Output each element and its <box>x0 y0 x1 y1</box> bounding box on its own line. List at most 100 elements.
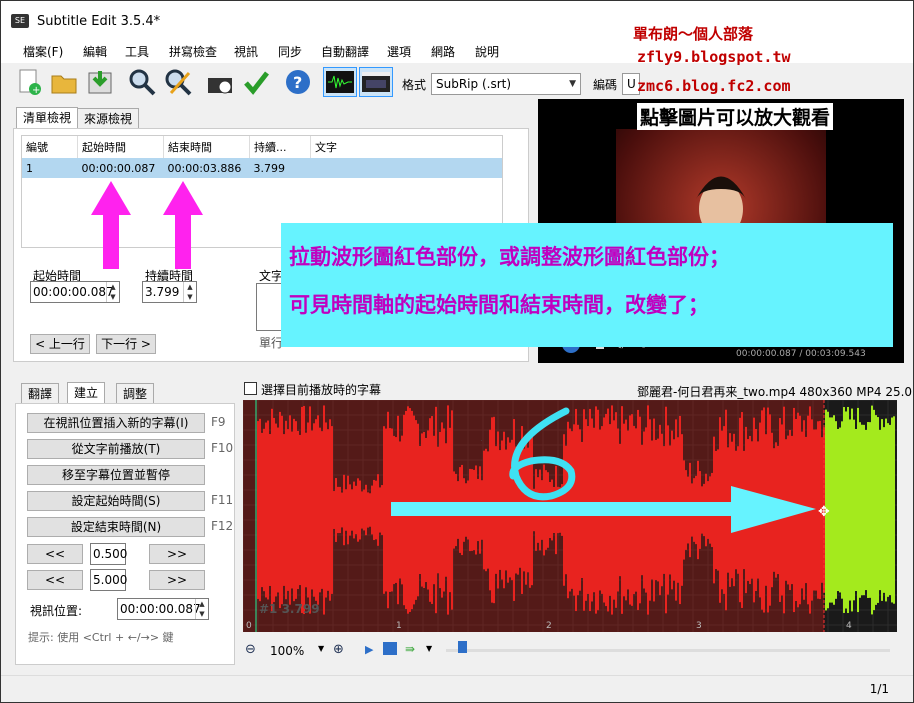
waveform-bar <box>367 492 369 528</box>
waveform-bar <box>315 419 317 601</box>
insert-subtitle-at-video-button[interactable]: 在視訊位置插入新的字幕(I) <box>27 413 205 433</box>
nudge-forward-button[interactable]: >> <box>149 544 205 564</box>
format-select[interactable]: SubRip (.srt) ▼ <box>431 73 581 95</box>
app-icon: SE <box>11 14 29 28</box>
position-slider-thumb[interactable] <box>458 641 467 653</box>
waveform-bar <box>887 423 889 597</box>
waveform-bar <box>365 484 367 536</box>
col-duration[interactable]: 持續... <box>249 136 311 158</box>
menu-options[interactable]: 選項 <box>387 43 411 60</box>
video-toggle-icon[interactable] <box>359 67 393 97</box>
nudge-small-input[interactable]: 0.500 <box>90 543 127 565</box>
forward-icon[interactable]: ⇛ <box>405 642 415 656</box>
spinner-icon[interactable]: ▲ ▼ <box>195 599 208 619</box>
waveform-bar <box>305 432 307 588</box>
waveform-bar <box>271 408 273 612</box>
waveform-bar <box>281 415 283 605</box>
table-header-row: 編號 起始時間 結束時間 持續... 文字 <box>22 136 502 158</box>
menu-edit[interactable]: 編輯 <box>83 43 107 60</box>
waveform-bar <box>293 418 295 602</box>
waveform-bar <box>341 492 343 528</box>
video-position-input[interactable]: 00:00:00.087 ▲ ▼ <box>117 598 209 620</box>
spellcheck-icon[interactable] <box>241 67 271 97</box>
next-line-button[interactable]: 下一行 > <box>96 334 156 354</box>
duration-input[interactable]: 3.799 ▲ ▼ <box>142 281 197 303</box>
help-icon[interactable]: ? <box>283 67 313 97</box>
tab-source-view[interactable]: 來源檢視 <box>77 108 140 130</box>
arrow-up-icon <box>91 181 131 269</box>
open-folder-icon[interactable] <box>49 67 79 97</box>
spinner-icon[interactable]: ▲ ▼ <box>106 282 119 302</box>
chevron-down-icon[interactable]: ▼ <box>426 644 432 653</box>
waveform-bar <box>845 411 847 609</box>
shortcut-f12: F12 <box>211 519 234 533</box>
set-end-time-button[interactable]: 設定結束時間(N) <box>27 517 205 537</box>
play-icon[interactable]: ▶ <box>365 643 373 656</box>
video-position-value: 00:00:00.087 <box>120 602 201 616</box>
waveform-bar <box>893 416 895 604</box>
zoom-in-icon[interactable]: ⊕ <box>333 642 344 657</box>
spinner-icon[interactable]: ▲ ▼ <box>183 282 196 302</box>
chevron-down-icon[interactable]: ▼ <box>318 644 324 653</box>
play-from-text-button[interactable]: 從文字前播放(T) <box>27 439 205 459</box>
menu-sync[interactable]: 同步 <box>278 43 302 60</box>
waveform-toggle-icon[interactable] <box>323 67 357 97</box>
cell-number: 1 <box>26 161 33 175</box>
zoom-value[interactable]: 100% <box>270 644 304 658</box>
menu-file[interactable]: 檔案(F) <box>23 43 63 60</box>
waveform-bar <box>861 424 863 596</box>
col-number[interactable]: 編號 <box>22 136 78 158</box>
nudge-back-large-button[interactable]: << <box>27 570 83 590</box>
tab-list-view[interactable]: 清單檢視 <box>16 107 79 129</box>
col-text[interactable]: 文字 <box>311 136 503 158</box>
col-end[interactable]: 結束時間 <box>163 136 250 158</box>
col-start[interactable]: 起始時間 <box>77 136 164 158</box>
app-window: SE Subtitle Edit 3.5.4* 檔案(F) 編輯 工具 拼寫檢查… <box>0 0 914 703</box>
set-start-time-button[interactable]: 設定起始時間(S) <box>27 491 205 511</box>
waveform-bar <box>865 429 867 591</box>
waveform-bar <box>321 431 323 589</box>
waveform-bar <box>261 432 263 588</box>
start-time-input[interactable]: 00:00:00.087 ▲ ▼ <box>30 281 120 303</box>
waveform-bar <box>303 405 305 615</box>
menu-auto-translate[interactable]: 自動翻譯 <box>321 43 369 60</box>
replace-icon[interactable] <box>163 67 193 97</box>
shortcut-f10: F10 <box>211 441 234 455</box>
position-slider[interactable] <box>446 649 890 652</box>
menu-video[interactable]: 視訊 <box>234 43 258 60</box>
tab-create[interactable]: 建立 <box>67 382 106 404</box>
waveform-bar <box>841 421 843 599</box>
spectrogram-icon[interactable] <box>383 642 397 655</box>
menu-tools[interactable]: 工具 <box>125 43 149 60</box>
save-icon[interactable] <box>85 67 115 97</box>
waveform-bar <box>345 489 347 531</box>
table-row[interactable]: 1 00:00:00.087 00:00:03.886 3.799 <box>22 158 502 178</box>
visual-sync-icon[interactable] <box>205 67 235 97</box>
waveform-bar <box>283 434 285 586</box>
go-to-subtitle-pause-button[interactable]: 移至字幕位置並暫停 <box>27 465 205 485</box>
find-icon[interactable] <box>127 67 157 97</box>
new-file-icon[interactable]: + <box>13 67 43 97</box>
waveform-bar <box>847 406 849 614</box>
waveform-bar <box>289 415 291 605</box>
follow-playback-checkbox[interactable] <box>244 382 257 395</box>
waveform-bar <box>335 478 337 542</box>
previous-line-button[interactable]: < 上一行 <box>30 334 90 354</box>
waveform-bar <box>301 406 303 614</box>
zoom-hint: 點擊圖片可以放大觀看 <box>637 103 834 130</box>
encoding-value: U <box>627 77 636 91</box>
nudge-large-input[interactable]: 5.000 <box>90 569 127 591</box>
waveform-bar <box>295 421 297 599</box>
zoom-out-icon[interactable]: ⊖ <box>245 642 256 657</box>
tab-translate[interactable]: 翻譯 <box>21 383 60 405</box>
nudge-forward-large-button[interactable]: >> <box>149 570 205 590</box>
tick-label: 4 <box>846 621 852 631</box>
menu-help[interactable]: 說明 <box>475 43 499 60</box>
nudge-back-button[interactable]: << <box>27 544 83 564</box>
video-time: 00:00:00.087 / 00:03:09.543 <box>736 349 866 359</box>
drag-cursor-icon: ✥ <box>818 504 830 520</box>
menu-networking[interactable]: 網路 <box>431 43 455 60</box>
tab-adjust[interactable]: 調整 <box>116 383 155 405</box>
menu-spellcheck[interactable]: 拼寫檢查 <box>169 43 217 60</box>
waveform-bar <box>327 429 329 591</box>
